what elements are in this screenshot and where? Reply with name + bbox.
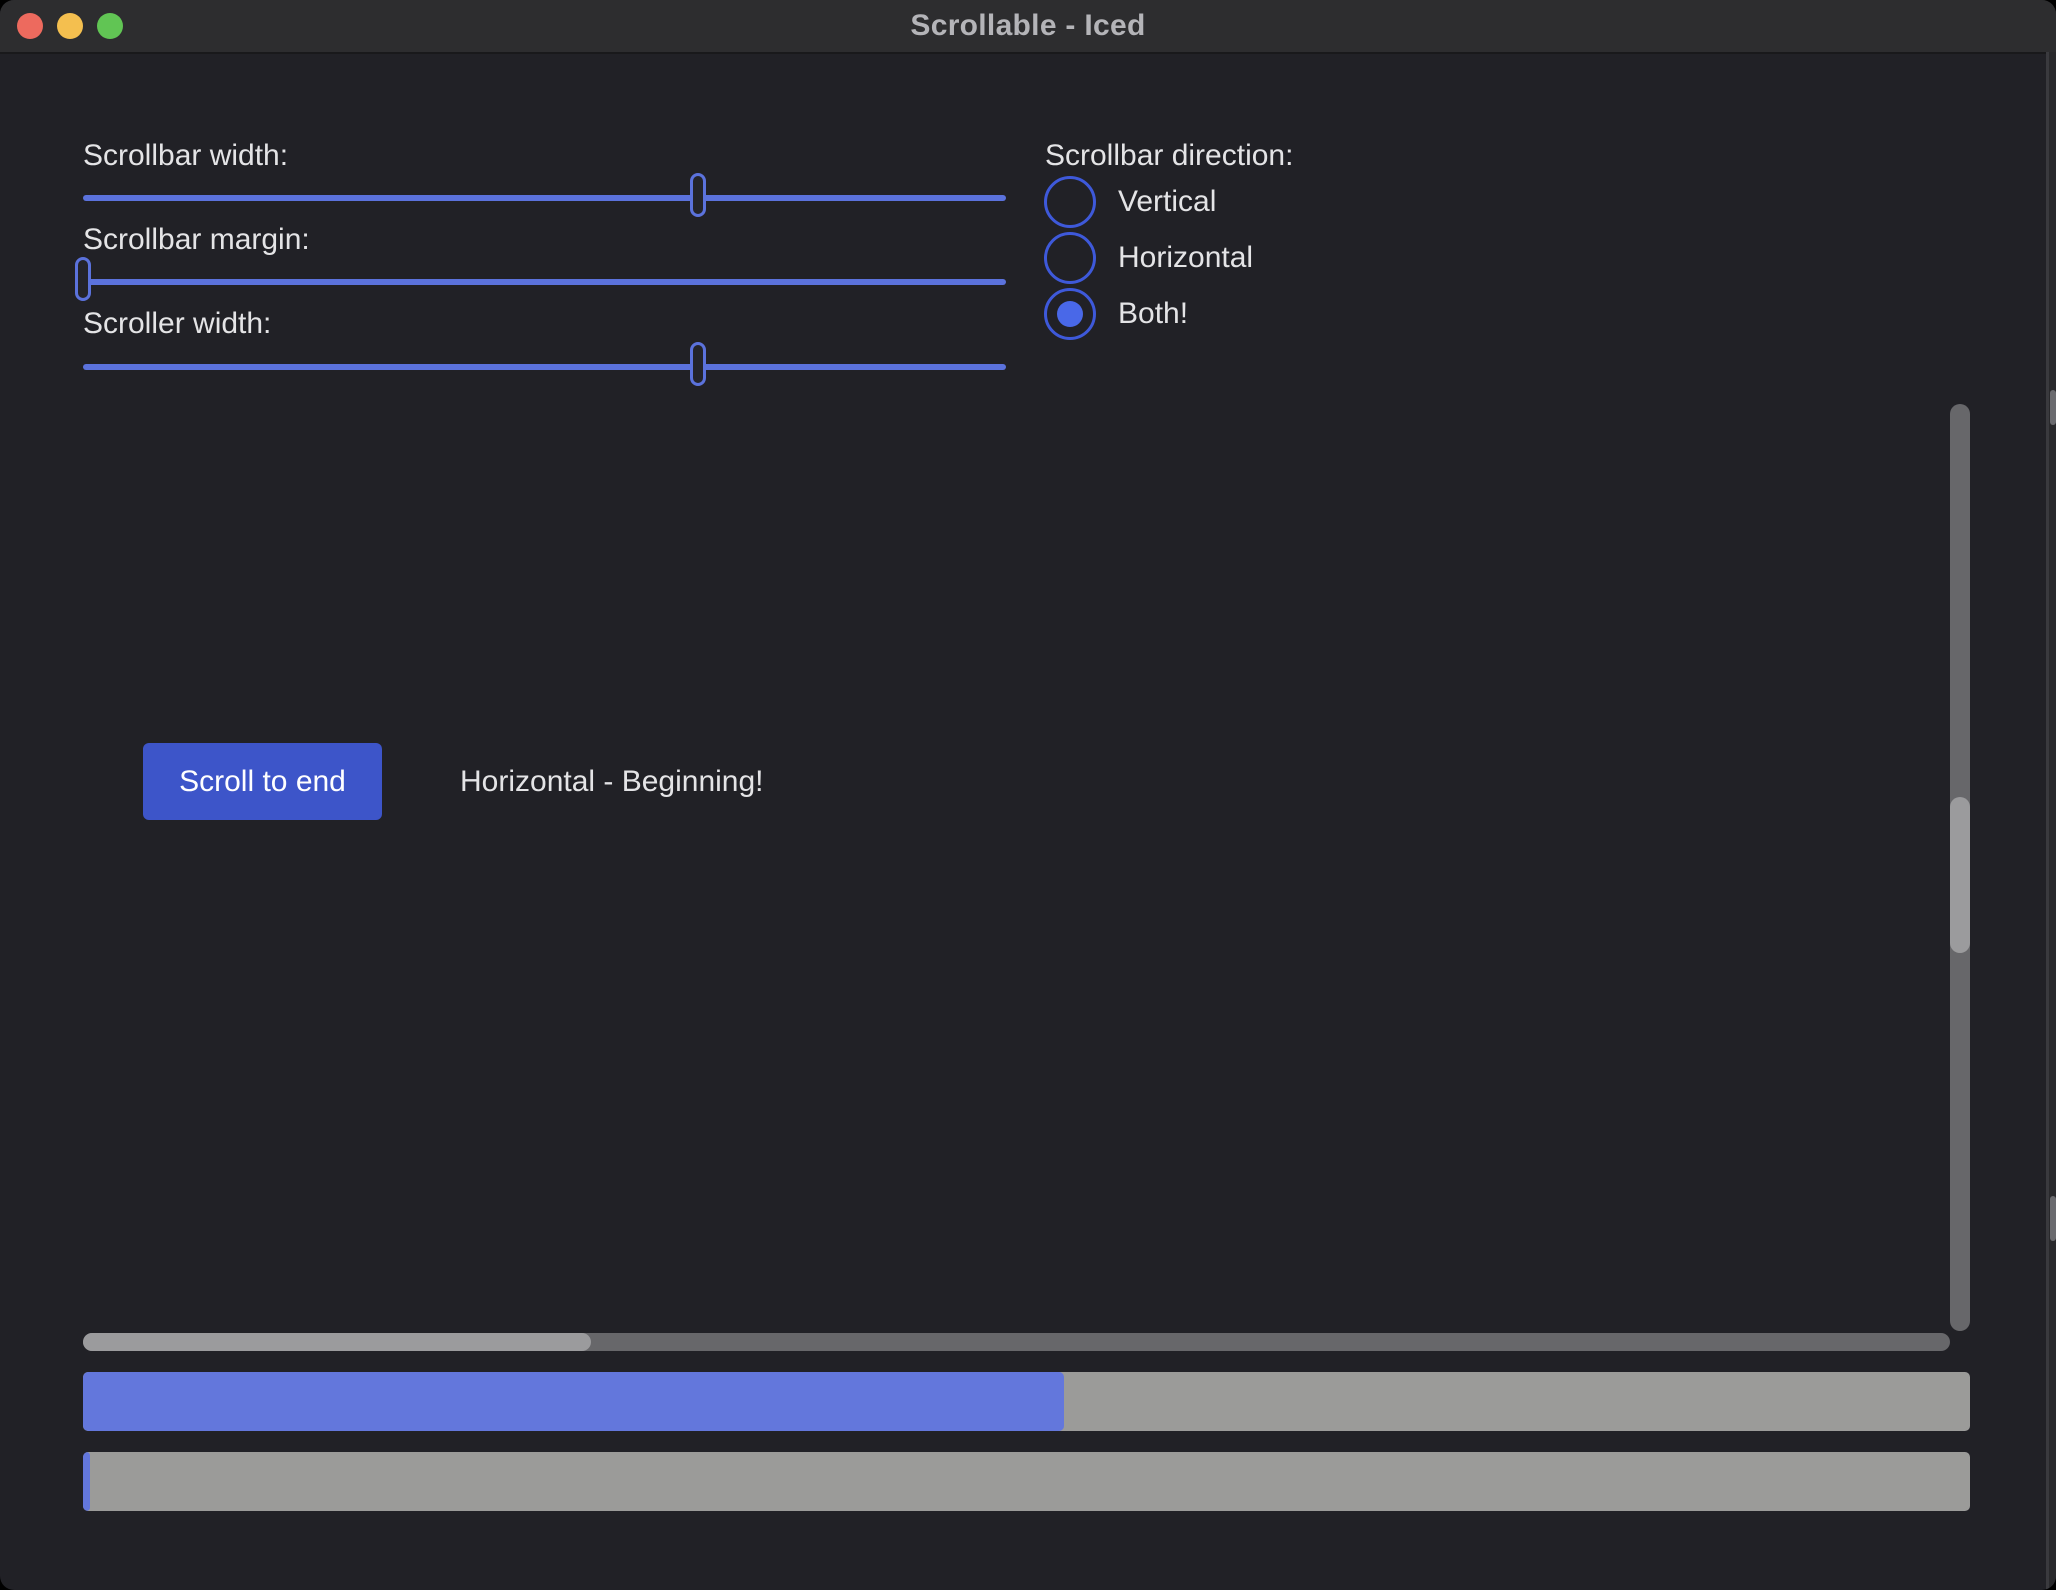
- window-right-edge: [2049, 52, 2056, 1590]
- slider-label-scrollbar-margin: Scrollbar margin:: [83, 220, 310, 260]
- radio-both[interactable]: [1044, 288, 1096, 340]
- radio-vertical[interactable]: [1044, 176, 1096, 228]
- radio-horizontal[interactable]: [1044, 232, 1096, 284]
- outer-scrollbar-segment: [2050, 390, 2056, 425]
- title-bar: Scrollable - Iced: [0, 0, 2056, 54]
- window-right-border: [2046, 52, 2049, 1590]
- vertical-scrollbar-thumb[interactable]: [1950, 797, 1970, 953]
- horizontal-scrollbar-rail[interactable]: [83, 1333, 1950, 1351]
- zoom-button[interactable]: [97, 13, 123, 39]
- slider-label-scrollbar-width: Scrollbar width:: [83, 136, 288, 176]
- scroll-status-text: Horizontal - Beginning!: [460, 743, 764, 820]
- scrollbar-width-slider[interactable]: [83, 195, 1006, 201]
- scrollbar-width-slider-handle[interactable]: [690, 173, 706, 217]
- scroller-width-slider[interactable]: [83, 364, 1006, 370]
- scrollbar-margin-slider-handle[interactable]: [75, 257, 91, 301]
- scroll-to-end-button[interactable]: Scroll to end: [143, 743, 382, 820]
- horizontal-progress-bar: [83, 1372, 1970, 1431]
- radio-selected-dot: [1057, 301, 1083, 327]
- window-title: Scrollable - Iced: [910, 9, 1145, 43]
- horizontal-scrollbar-thumb[interactable]: [83, 1333, 591, 1351]
- radio-both-label[interactable]: Both!: [1118, 288, 1188, 340]
- vertical-progress-fill: [83, 1452, 90, 1511]
- traffic-lights: [0, 0, 123, 52]
- scroller-width-slider-handle[interactable]: [690, 342, 706, 386]
- radio-vertical-label[interactable]: Vertical: [1118, 176, 1216, 228]
- slider-label-scroller-width: Scroller width:: [83, 304, 271, 344]
- vertical-scrollbar-rail[interactable]: [1950, 404, 1970, 1331]
- horizontal-progress-fill: [83, 1372, 1064, 1431]
- radio-group-label: Scrollbar direction:: [1045, 136, 1293, 176]
- scrollbar-margin-slider[interactable]: [83, 279, 1006, 285]
- vertical-progress-bar: [83, 1452, 1970, 1511]
- radio-horizontal-label[interactable]: Horizontal: [1118, 232, 1253, 284]
- app-window: Scrollable - Iced Scrollbar width: Scrol…: [0, 0, 2056, 1590]
- minimize-button[interactable]: [57, 13, 83, 39]
- close-button[interactable]: [17, 13, 43, 39]
- outer-scrollbar-segment: [2050, 1196, 2056, 1241]
